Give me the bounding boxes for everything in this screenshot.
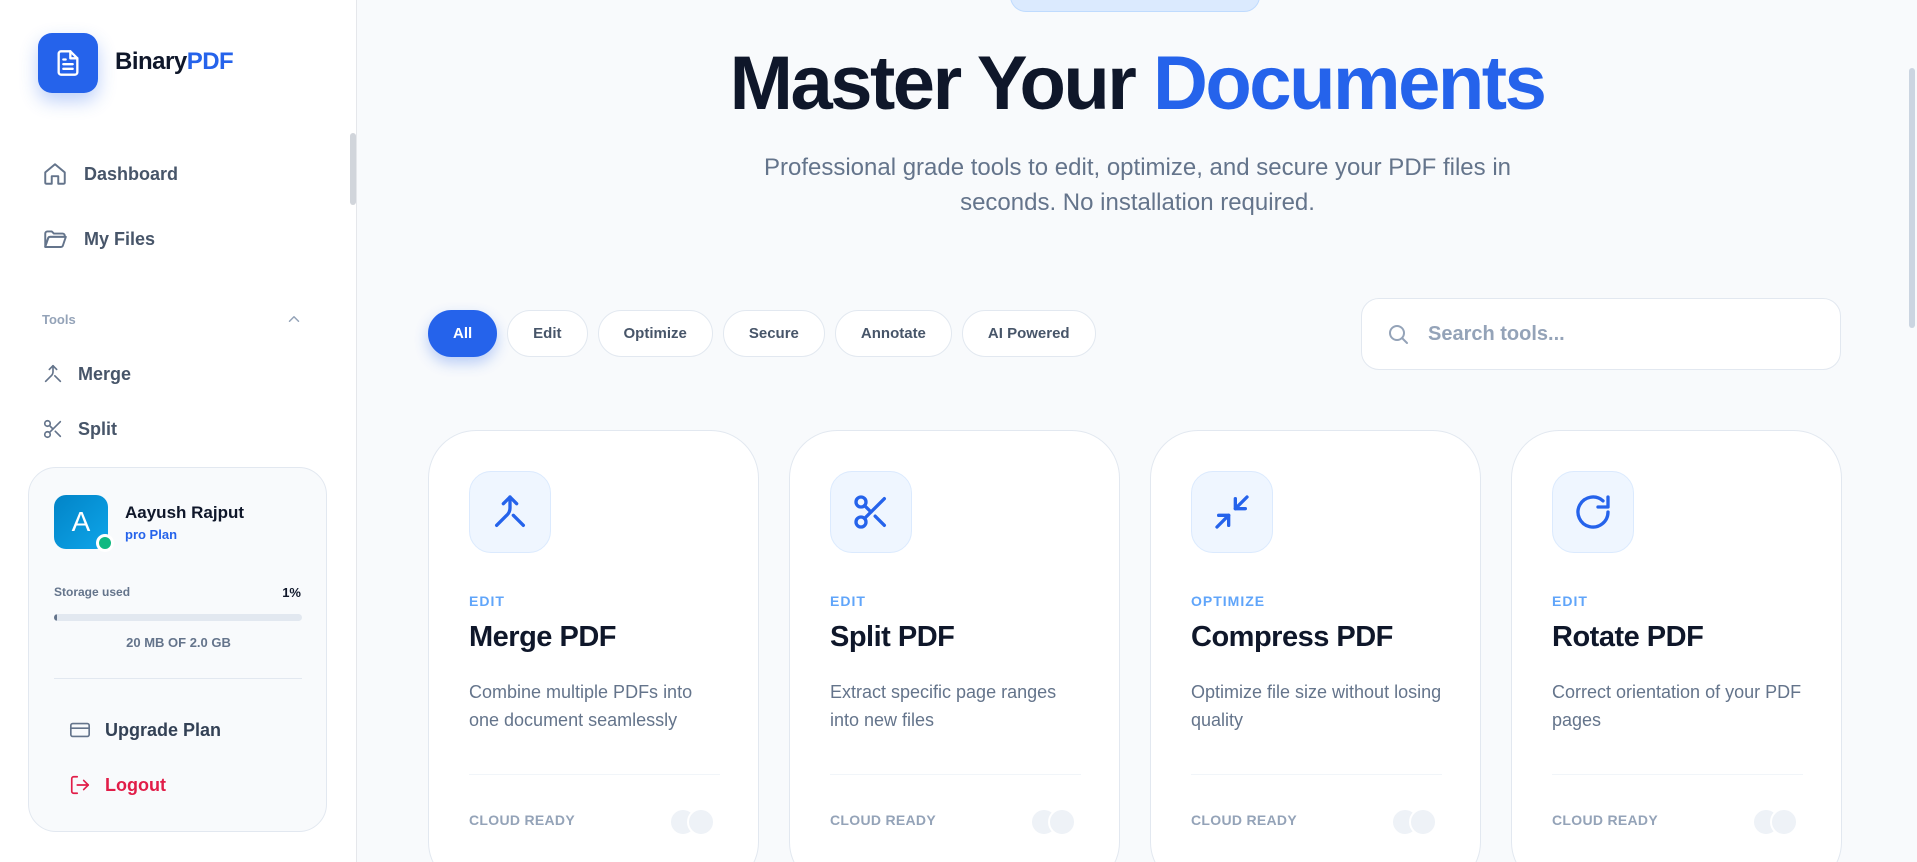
- storage-detail: 20 MB OF 2.0 GB: [126, 635, 231, 650]
- chevron-up-icon[interactable]: [285, 310, 303, 328]
- avatar-initial: A: [71, 506, 91, 537]
- divider: [469, 774, 720, 775]
- divider: [1552, 774, 1803, 775]
- folder-icon: [44, 230, 67, 248]
- search-box[interactable]: [1361, 298, 1841, 370]
- avatar-stack: [1752, 808, 1802, 836]
- search-icon: [1389, 325, 1408, 344]
- card-icon-box: [830, 471, 912, 553]
- avatar-stack: [1030, 808, 1080, 836]
- tool-card-compress-pdf[interactable]: OPTIMIZE Compress PDF Optimize file size…: [1150, 430, 1481, 862]
- card-title: Rotate PDF: [1552, 621, 1704, 653]
- merge-icon: [44, 364, 62, 383]
- storage-progress-bar: [54, 614, 302, 621]
- scissors-icon: [854, 495, 886, 529]
- divider: [54, 678, 302, 679]
- card-category: EDIT: [830, 593, 866, 609]
- user-card: A Aayush Rajput pro Plan Storage used 1%…: [28, 467, 327, 832]
- logo[interactable]: [38, 33, 98, 93]
- user-name: Aayush Rajput: [125, 503, 245, 522]
- upgrade-plan-button[interactable]: Upgrade Plan: [69, 719, 221, 741]
- sidebar-scrollbar[interactable]: [350, 133, 356, 205]
- card-description: Combine multiple PDFs into one document …: [469, 682, 693, 730]
- compress-icon: [1215, 495, 1249, 529]
- page-title: Master Your Documents: [729, 41, 1547, 126]
- home-icon: [44, 163, 66, 185]
- filter-chip-all[interactable]: All: [428, 310, 498, 357]
- card-footer: CLOUD READY: [469, 812, 575, 828]
- card-category: OPTIMIZE: [1191, 593, 1266, 609]
- card-title: Merge PDF: [469, 621, 616, 653]
- storage-progress-fill: [54, 614, 57, 621]
- card-category: EDIT: [469, 593, 505, 609]
- online-status-dot: [96, 534, 114, 552]
- sidebar: BinaryPDF Dashboard My Files Tools Merge: [0, 0, 357, 862]
- card-description: Extract specific page ranges into new fi…: [830, 682, 1057, 730]
- card-footer: CLOUD READY: [1552, 812, 1658, 828]
- avatar-stack: [669, 808, 719, 836]
- sidebar-item-dashboard[interactable]: Dashboard: [42, 161, 178, 187]
- tool-card-rotate-pdf[interactable]: EDIT Rotate PDF Correct orientation of y…: [1511, 430, 1842, 862]
- card-description: Correct orientation of your PDF pages: [1552, 682, 1802, 730]
- logout-label: Logout: [105, 774, 166, 795]
- scissors-icon: [43, 419, 62, 439]
- card-icon-box: [1552, 471, 1634, 553]
- merge-icon: [495, 495, 525, 527]
- main-scrollbar[interactable]: [1909, 68, 1915, 328]
- sidebar-item-split[interactable]: Split: [42, 418, 117, 440]
- card-description: Optimize file size without losing qualit…: [1191, 682, 1442, 730]
- hero-badge: [1010, 0, 1260, 12]
- card-icon-box: [1191, 471, 1273, 553]
- document-icon: [57, 50, 79, 76]
- sidebar-item-merge[interactable]: Merge: [42, 363, 131, 385]
- credit-card-icon: [70, 722, 90, 738]
- divider: [830, 774, 1081, 775]
- card-icon-box: [469, 471, 551, 553]
- brand-name: BinaryPDF: [115, 48, 234, 75]
- filter-chip-edit[interactable]: Edit: [507, 310, 588, 357]
- sidebar-item-label: Dashboard: [84, 163, 179, 184]
- tool-card-split-pdf[interactable]: EDIT Split PDF Extract specific page ran…: [789, 430, 1120, 862]
- sidebar-item-my-files[interactable]: My Files: [42, 226, 155, 252]
- card-title: Split PDF: [830, 621, 955, 653]
- filter-chip-optimize[interactable]: Optimize: [597, 310, 713, 357]
- card-category: EDIT: [1552, 593, 1588, 609]
- filter-chip-annotate[interactable]: Annotate: [834, 310, 952, 357]
- page-subtitle: Professional grade tools to edit, optimi…: [763, 154, 1512, 216]
- user-plan: pro Plan: [125, 527, 178, 542]
- storage-label: Storage used: [54, 585, 131, 599]
- logout-button[interactable]: Logout: [69, 774, 166, 796]
- divider: [1191, 774, 1442, 775]
- card-footer: CLOUD READY: [1191, 812, 1297, 828]
- sidebar-item-label: Split: [78, 418, 117, 439]
- tool-card-merge-pdf[interactable]: EDIT Merge PDF Combine multiple PDFs int…: [428, 430, 759, 862]
- sidebar-item-label: Merge: [78, 363, 132, 384]
- tool-card-grid: EDIT Merge PDF Combine multiple PDFs int…: [428, 430, 1842, 862]
- card-title: Compress PDF: [1191, 621, 1393, 653]
- tools-section-label: Tools: [42, 312, 76, 327]
- rotate-icon: [1576, 495, 1610, 529]
- avatar-stack: [1391, 808, 1441, 836]
- upgrade-plan-label: Upgrade Plan: [105, 719, 222, 740]
- logout-icon: [70, 775, 90, 795]
- storage-percent: 1%: [282, 585, 301, 600]
- card-footer: CLOUD READY: [830, 812, 936, 828]
- filter-chip-secure[interactable]: Secure: [722, 310, 825, 357]
- filter-bar: All Edit Optimize Secure Annotate AI Pow…: [428, 310, 1096, 357]
- filter-chip-ai-powered[interactable]: AI Powered: [961, 310, 1096, 357]
- search-input[interactable]: [1428, 322, 1828, 346]
- sidebar-item-label: My Files: [84, 228, 156, 249]
